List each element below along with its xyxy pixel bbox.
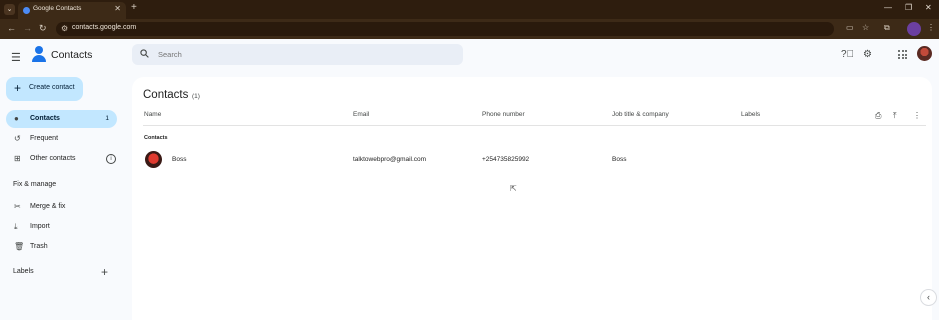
plus-icon: + <box>14 81 22 95</box>
contacts-favicon-icon <box>23 7 30 14</box>
contacts-logo-icon[interactable] <box>32 46 46 62</box>
minimize-icon[interactable]: — <box>884 3 892 12</box>
tab-search-button[interactable]: ⌄ <box>4 4 15 15</box>
contact-avatar <box>145 151 162 168</box>
browser-tab-bar: ⌄ Google Contacts ✕ + — ❐ ✕ <box>0 0 939 19</box>
site-info-icon[interactable]: ⚙ <box>61 24 68 33</box>
header-divider <box>143 125 926 126</box>
extensions-icon[interactable]: ⧉ <box>884 23 890 33</box>
account-avatar[interactable] <box>917 46 932 61</box>
print-icon[interactable]: ⎙ <box>875 111 881 121</box>
create-contact-label: Create contact <box>29 84 75 91</box>
history-icon: ↺ <box>14 134 21 143</box>
contact-count: (1) <box>192 93 200 100</box>
sidebar-item-import[interactable]: ⤓ Import <box>6 218 117 236</box>
bookmark-star-icon[interactable]: ☆ <box>862 23 869 32</box>
fix-manage-header: Fix & manage <box>13 181 57 188</box>
settings-gear-icon[interactable]: ⚙ <box>863 49 872 60</box>
browser-profile-avatar[interactable] <box>907 22 921 36</box>
back-icon[interactable]: ← <box>7 23 16 33</box>
create-contact-button[interactable]: + Create contact <box>6 77 83 101</box>
column-header-phone: Phone number <box>482 111 525 118</box>
main-menu-icon[interactable]: ☰ <box>11 51 21 64</box>
sidebar-item-trash[interactable]: 🗑 Trash <box>6 238 117 256</box>
browser-menu-icon[interactable]: ⋮ <box>927 23 935 32</box>
sidebar-item-label: Import <box>30 223 50 230</box>
search-bar[interactable] <box>132 44 463 65</box>
close-window-icon[interactable]: ✕ <box>925 3 932 12</box>
side-panel-toggle[interactable]: ‹ <box>920 289 937 306</box>
contact-phone: +254735825992 <box>482 156 530 163</box>
address-url: contacts.google.com <box>72 24 137 31</box>
forward-icon[interactable]: → <box>23 23 32 33</box>
close-tab-icon[interactable]: ✕ <box>114 4 121 13</box>
sidebar-item-label: Trash <box>30 243 48 250</box>
contact-name: Boss <box>172 156 187 163</box>
group-label: Contacts <box>144 135 168 141</box>
inbox-icon: ⊞ <box>14 154 21 163</box>
browser-tab[interactable]: Google Contacts ✕ <box>18 2 126 19</box>
tools-icon: ✂ <box>14 202 21 211</box>
export-icon[interactable]: ⤒ <box>893 111 897 121</box>
add-label-icon[interactable]: + <box>101 265 108 279</box>
contacts-count: 1 <box>105 115 109 122</box>
address-bar[interactable]: ⚙ contacts.google.com <box>56 22 834 36</box>
table-row[interactable]: Boss talktowebpro@gmail.com +25473582599… <box>132 148 932 170</box>
tab-title: Google Contacts <box>33 5 82 12</box>
contacts-app: ☰ Contacts ?⃝ ⚙ + Create contact ● Conta… <box>0 39 939 320</box>
reload-icon[interactable]: ↻ <box>39 23 47 34</box>
sidebar-item-other-contacts[interactable]: ⊞ Other contacts i <box>6 150 117 168</box>
new-tab-icon[interactable]: + <box>131 2 137 13</box>
help-icon[interactable]: ?⃝ <box>841 49 854 60</box>
contact-email: talktowebpro@gmail.com <box>353 156 427 163</box>
info-icon[interactable]: i <box>106 154 116 164</box>
person-icon: ● <box>14 114 19 123</box>
cast-icon[interactable]: ▭ <box>846 23 854 32</box>
sidebar-item-label: Other contacts <box>30 155 76 162</box>
contact-job: Boss <box>612 156 627 163</box>
column-header-name: Name <box>144 111 162 118</box>
search-input[interactable] <box>158 48 448 61</box>
sidebar-item-label: Merge & fix <box>30 203 66 210</box>
sidebar-item-label: Frequent <box>30 135 59 142</box>
browser-toolbar: ← → ↻ ⚙ contacts.google.com ▭ ☆ ⧉ ⋮ <box>0 19 939 39</box>
sidebar-item-label: Contacts <box>30 115 60 122</box>
google-apps-icon[interactable] <box>898 50 907 59</box>
restore-icon[interactable]: ❐ <box>905 3 912 12</box>
sidebar-item-frequent[interactable]: ↺ Frequent <box>6 130 117 148</box>
page-title: Contacts <box>143 89 189 101</box>
column-header-job: Job title & company <box>612 111 669 118</box>
main-panel: Contacts (1) Name Email Phone number Job… <box>132 77 932 320</box>
sidebar-item-contacts[interactable]: ● Contacts 1 <box>6 110 117 128</box>
more-options-icon[interactable]: ⋮ <box>913 111 921 120</box>
download-icon: ⤓ <box>14 222 18 231</box>
column-header-labels: Labels <box>741 111 761 118</box>
column-header-email: Email <box>353 111 370 118</box>
search-icon[interactable] <box>140 49 149 58</box>
sidebar-item-merge-fix[interactable]: ✂ Merge & fix <box>6 198 117 216</box>
trash-icon: 🗑 <box>14 242 25 251</box>
app-title: Contacts <box>51 49 93 61</box>
labels-header: Labels <box>13 268 34 275</box>
mouse-cursor-icon: ⇱ <box>510 184 517 193</box>
